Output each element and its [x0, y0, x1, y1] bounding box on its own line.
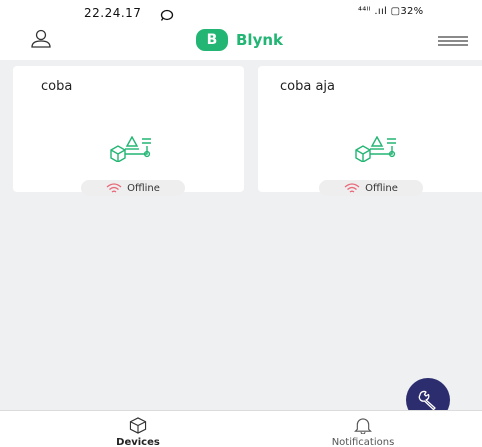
- app-screen: 22.24.17 ⁴⁴ᴵᴵ .ııl ▢32% B Blynk coba Off…: [0, 0, 482, 447]
- status-label: Offline: [127, 182, 160, 194]
- bell-icon: [354, 418, 372, 434]
- device-grid: coba Offline coba aja Offline: [0, 60, 482, 422]
- tab-devices[interactable]: Devices: [78, 411, 198, 447]
- status-label: Offline: [365, 182, 398, 194]
- status-bar: 22.24.17 ⁴⁴ᴵᴵ .ııl ▢32%: [0, 0, 482, 26]
- ring-icon: [160, 6, 174, 25]
- tab-notifications-label: Notifications: [331, 437, 395, 447]
- wrench-icon: [418, 390, 436, 411]
- user-icon[interactable]: [30, 29, 52, 53]
- device-icon: [107, 135, 153, 166]
- tab-notifications[interactable]: Notifications: [303, 411, 423, 447]
- brand-badge: B: [196, 29, 228, 51]
- status-badge: Offline: [319, 180, 423, 196]
- device-card[interactable]: coba Offline: [13, 66, 244, 196]
- device-icon: [352, 135, 398, 166]
- status-time: 22.24.17: [84, 6, 142, 20]
- status-indicators: ⁴⁴ᴵᴵ .ııl ▢32%: [358, 6, 424, 17]
- devices-cube-icon: [129, 417, 147, 434]
- tab-devices-label: Devices: [116, 437, 160, 447]
- offline-wifi-icon: [106, 183, 122, 193]
- brand-logo: B Blynk: [196, 29, 283, 51]
- brand-name: Blynk: [236, 31, 284, 49]
- device-name: coba aja: [280, 79, 335, 94]
- device-card[interactable]: coba aja Offline: [258, 66, 482, 196]
- menu-icon[interactable]: [438, 33, 468, 52]
- offline-wifi-icon: [344, 183, 360, 193]
- device-name: coba: [41, 79, 73, 94]
- bottom-nav: Devices Notifications: [0, 410, 482, 447]
- app-header: B Blynk: [0, 26, 482, 60]
- status-badge: Offline: [81, 180, 185, 196]
